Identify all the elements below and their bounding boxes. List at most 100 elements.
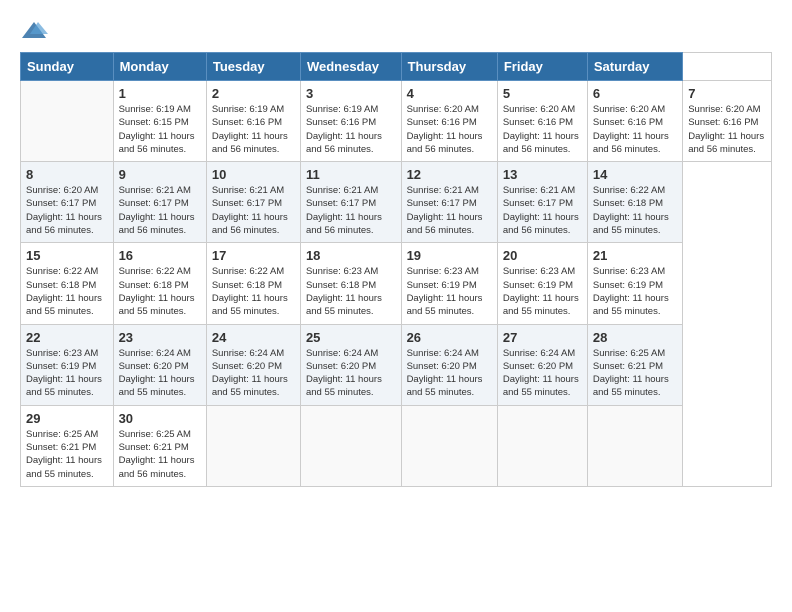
empty-cell	[21, 81, 114, 162]
weekday-header-monday: Monday	[113, 53, 206, 81]
calendar-day-10: 10 Sunrise: 6:21 AMSunset: 6:17 PMDaylig…	[206, 162, 300, 243]
day-number: 7	[688, 86, 766, 101]
day-number: 10	[212, 167, 295, 182]
cell-info: Sunrise: 6:20 AMSunset: 6:16 PMDaylight:…	[503, 103, 582, 156]
empty-cell	[206, 405, 300, 486]
cell-info: Sunrise: 6:23 AMSunset: 6:19 PMDaylight:…	[593, 265, 677, 318]
cell-info: Sunrise: 6:23 AMSunset: 6:19 PMDaylight:…	[503, 265, 582, 318]
day-number: 5	[503, 86, 582, 101]
cell-info: Sunrise: 6:20 AMSunset: 6:17 PMDaylight:…	[26, 184, 108, 237]
calendar-day-18: 18 Sunrise: 6:23 AMSunset: 6:18 PMDaylig…	[300, 243, 401, 324]
day-number: 21	[593, 248, 677, 263]
cell-info: Sunrise: 6:23 AMSunset: 6:18 PMDaylight:…	[306, 265, 396, 318]
day-number: 13	[503, 167, 582, 182]
calendar-day-4: 4 Sunrise: 6:20 AMSunset: 6:16 PMDayligh…	[401, 81, 497, 162]
cell-info: Sunrise: 6:24 AMSunset: 6:20 PMDaylight:…	[503, 347, 582, 400]
day-number: 23	[119, 330, 201, 345]
cell-info: Sunrise: 6:24 AMSunset: 6:20 PMDaylight:…	[212, 347, 295, 400]
day-number: 22	[26, 330, 108, 345]
calendar-table: SundayMondayTuesdayWednesdayThursdayFrid…	[20, 52, 772, 487]
cell-info: Sunrise: 6:20 AMSunset: 6:16 PMDaylight:…	[688, 103, 766, 156]
weekday-header-sunday: Sunday	[21, 53, 114, 81]
empty-cell	[401, 405, 497, 486]
cell-info: Sunrise: 6:19 AMSunset: 6:16 PMDaylight:…	[306, 103, 396, 156]
cell-info: Sunrise: 6:25 AMSunset: 6:21 PMDaylight:…	[26, 428, 108, 481]
weekday-header-friday: Friday	[497, 53, 587, 81]
cell-info: Sunrise: 6:23 AMSunset: 6:19 PMDaylight:…	[407, 265, 492, 318]
calendar-week-5: 29 Sunrise: 6:25 AMSunset: 6:21 PMDaylig…	[21, 405, 772, 486]
calendar-day-8: 8 Sunrise: 6:20 AMSunset: 6:17 PMDayligh…	[21, 162, 114, 243]
cell-info: Sunrise: 6:21 AMSunset: 6:17 PMDaylight:…	[119, 184, 201, 237]
weekday-header-thursday: Thursday	[401, 53, 497, 81]
calendar-day-25: 25 Sunrise: 6:24 AMSunset: 6:20 PMDaylig…	[300, 324, 401, 405]
empty-cell	[497, 405, 587, 486]
day-number: 9	[119, 167, 201, 182]
cell-info: Sunrise: 6:24 AMSunset: 6:20 PMDaylight:…	[306, 347, 396, 400]
cell-info: Sunrise: 6:24 AMSunset: 6:20 PMDaylight:…	[119, 347, 201, 400]
day-number: 19	[407, 248, 492, 263]
day-number: 6	[593, 86, 677, 101]
day-number: 2	[212, 86, 295, 101]
cell-info: Sunrise: 6:22 AMSunset: 6:18 PMDaylight:…	[119, 265, 201, 318]
cell-info: Sunrise: 6:22 AMSunset: 6:18 PMDaylight:…	[26, 265, 108, 318]
day-number: 12	[407, 167, 492, 182]
day-number: 17	[212, 248, 295, 263]
day-number: 16	[119, 248, 201, 263]
calendar-day-3: 3 Sunrise: 6:19 AMSunset: 6:16 PMDayligh…	[300, 81, 401, 162]
logo-icon	[20, 20, 48, 42]
weekday-header-saturday: Saturday	[587, 53, 682, 81]
calendar-week-1: 1 Sunrise: 6:19 AMSunset: 6:15 PMDayligh…	[21, 81, 772, 162]
day-number: 18	[306, 248, 396, 263]
calendar-day-30: 30 Sunrise: 6:25 AMSunset: 6:21 PMDaylig…	[113, 405, 206, 486]
cell-info: Sunrise: 6:22 AMSunset: 6:18 PMDaylight:…	[212, 265, 295, 318]
day-number: 26	[407, 330, 492, 345]
cell-info: Sunrise: 6:21 AMSunset: 6:17 PMDaylight:…	[306, 184, 396, 237]
cell-info: Sunrise: 6:20 AMSunset: 6:16 PMDaylight:…	[407, 103, 492, 156]
cell-info: Sunrise: 6:19 AMSunset: 6:16 PMDaylight:…	[212, 103, 295, 156]
cell-info: Sunrise: 6:19 AMSunset: 6:15 PMDaylight:…	[119, 103, 201, 156]
cell-info: Sunrise: 6:25 AMSunset: 6:21 PMDaylight:…	[119, 428, 201, 481]
day-number: 27	[503, 330, 582, 345]
day-number: 8	[26, 167, 108, 182]
calendar-week-4: 22 Sunrise: 6:23 AMSunset: 6:19 PMDaylig…	[21, 324, 772, 405]
empty-cell	[300, 405, 401, 486]
cell-info: Sunrise: 6:25 AMSunset: 6:21 PMDaylight:…	[593, 347, 677, 400]
day-number: 20	[503, 248, 582, 263]
weekday-header-wednesday: Wednesday	[300, 53, 401, 81]
day-number: 11	[306, 167, 396, 182]
cell-info: Sunrise: 6:24 AMSunset: 6:20 PMDaylight:…	[407, 347, 492, 400]
calendar-day-11: 11 Sunrise: 6:21 AMSunset: 6:17 PMDaylig…	[300, 162, 401, 243]
day-number: 28	[593, 330, 677, 345]
calendar-day-1: 1 Sunrise: 6:19 AMSunset: 6:15 PMDayligh…	[113, 81, 206, 162]
weekday-header-tuesday: Tuesday	[206, 53, 300, 81]
calendar-day-28: 28 Sunrise: 6:25 AMSunset: 6:21 PMDaylig…	[587, 324, 682, 405]
day-number: 30	[119, 411, 201, 426]
calendar-day-23: 23 Sunrise: 6:24 AMSunset: 6:20 PMDaylig…	[113, 324, 206, 405]
calendar-day-2: 2 Sunrise: 6:19 AMSunset: 6:16 PMDayligh…	[206, 81, 300, 162]
calendar-day-26: 26 Sunrise: 6:24 AMSunset: 6:20 PMDaylig…	[401, 324, 497, 405]
calendar-day-15: 15 Sunrise: 6:22 AMSunset: 6:18 PMDaylig…	[21, 243, 114, 324]
calendar-day-20: 20 Sunrise: 6:23 AMSunset: 6:19 PMDaylig…	[497, 243, 587, 324]
day-number: 29	[26, 411, 108, 426]
calendar-day-13: 13 Sunrise: 6:21 AMSunset: 6:17 PMDaylig…	[497, 162, 587, 243]
calendar-day-27: 27 Sunrise: 6:24 AMSunset: 6:20 PMDaylig…	[497, 324, 587, 405]
day-number: 1	[119, 86, 201, 101]
calendar-day-19: 19 Sunrise: 6:23 AMSunset: 6:19 PMDaylig…	[401, 243, 497, 324]
calendar-week-2: 8 Sunrise: 6:20 AMSunset: 6:17 PMDayligh…	[21, 162, 772, 243]
day-number: 3	[306, 86, 396, 101]
calendar-day-29: 29 Sunrise: 6:25 AMSunset: 6:21 PMDaylig…	[21, 405, 114, 486]
calendar-day-24: 24 Sunrise: 6:24 AMSunset: 6:20 PMDaylig…	[206, 324, 300, 405]
calendar-header-row: SundayMondayTuesdayWednesdayThursdayFrid…	[21, 53, 772, 81]
calendar-day-5: 5 Sunrise: 6:20 AMSunset: 6:16 PMDayligh…	[497, 81, 587, 162]
calendar-day-9: 9 Sunrise: 6:21 AMSunset: 6:17 PMDayligh…	[113, 162, 206, 243]
empty-cell	[587, 405, 682, 486]
calendar-day-12: 12 Sunrise: 6:21 AMSunset: 6:17 PMDaylig…	[401, 162, 497, 243]
calendar-day-16: 16 Sunrise: 6:22 AMSunset: 6:18 PMDaylig…	[113, 243, 206, 324]
cell-info: Sunrise: 6:22 AMSunset: 6:18 PMDaylight:…	[593, 184, 677, 237]
day-number: 24	[212, 330, 295, 345]
day-number: 4	[407, 86, 492, 101]
cell-info: Sunrise: 6:21 AMSunset: 6:17 PMDaylight:…	[503, 184, 582, 237]
cell-info: Sunrise: 6:21 AMSunset: 6:17 PMDaylight:…	[212, 184, 295, 237]
cell-info: Sunrise: 6:21 AMSunset: 6:17 PMDaylight:…	[407, 184, 492, 237]
day-number: 14	[593, 167, 677, 182]
